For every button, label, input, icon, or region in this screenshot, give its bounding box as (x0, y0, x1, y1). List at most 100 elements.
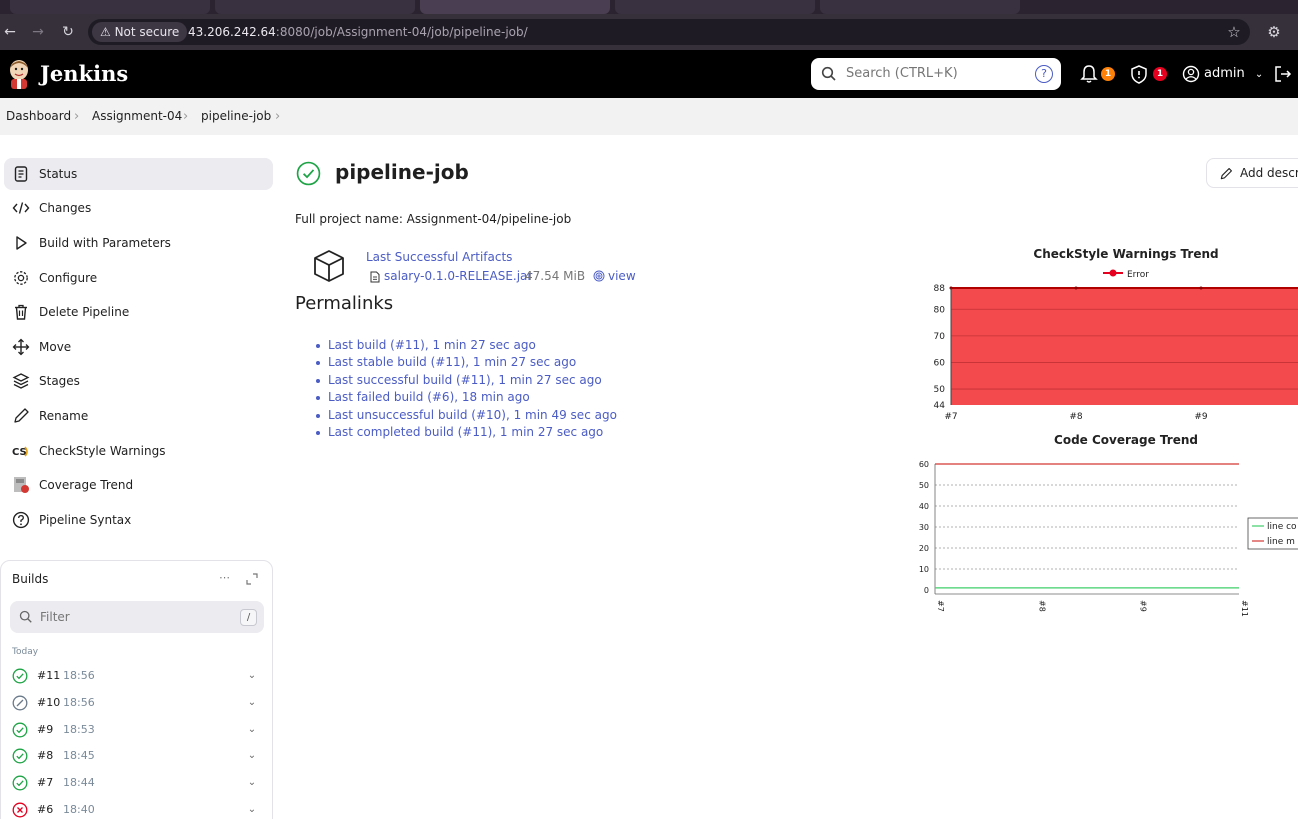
build-row[interactable]: #6 18:40 ⌄ (12, 797, 258, 819)
breadcrumb-separator-icon[interactable]: › (275, 98, 280, 135)
trash-icon (15, 304, 27, 320)
code-icon (12, 202, 30, 214)
build-number[interactable]: #9 (37, 717, 53, 743)
notifications-badge[interactable]: 1 (1101, 67, 1115, 81)
sidebar-item-delete-pipeline[interactable]: Delete Pipeline (4, 296, 273, 328)
build-row[interactable]: #7 18:44 ⌄ (12, 770, 258, 796)
add-description-button[interactable]: Add description (1206, 158, 1298, 188)
build-number[interactable]: #8 (37, 743, 53, 769)
breadcrumb-dashboard[interactable]: Dashboard (6, 98, 71, 135)
permalink-last-unsuccessful-build[interactable]: Last unsuccessful build (#10), 1 min 49 … (328, 407, 617, 424)
sidebar-item-status[interactable]: Status (4, 158, 273, 190)
permalink-last-stable-build[interactable]: Last stable build (#11), 1 min 27 sec ag… (328, 354, 576, 371)
build-time: 18:45 (63, 749, 95, 762)
build-number[interactable]: #10 (37, 690, 60, 716)
build-number[interactable]: #7 (37, 770, 53, 796)
chevron-down-icon[interactable]: ⌄ (246, 748, 258, 764)
checkstyle-icon: CS (12, 446, 28, 458)
chevron-down-icon[interactable]: ⌄ (246, 722, 258, 738)
bullet-icon (316, 431, 320, 435)
sidebar-item-move[interactable]: Move (4, 331, 273, 363)
build-number[interactable]: #11 (37, 663, 60, 689)
fingerprint-icon (593, 270, 605, 282)
user-avatar-icon (1182, 65, 1200, 83)
chevron-down-icon[interactable]: ⌄ (246, 695, 258, 711)
y-tick-label: 40 (919, 502, 929, 511)
filter-shortcut-key: / (240, 609, 257, 626)
pencil-icon (1220, 168, 1232, 180)
bullet-icon (316, 344, 320, 348)
y-tick-label: 30 (919, 523, 929, 532)
sidebar-item-stages[interactable]: Stages (4, 365, 273, 397)
sidebar-item-build-with-parameters[interactable]: Build with Parameters (4, 227, 273, 259)
chevron-down-icon[interactable]: ⌄ (246, 802, 258, 818)
permalink-last-successful-build[interactable]: Last successful build (#11), 1 min 27 se… (328, 372, 602, 389)
build-row[interactable]: #9 18:53 ⌄ (12, 717, 258, 743)
search-help-icon[interactable]: ? (1035, 65, 1053, 83)
bell-icon[interactable] (1078, 63, 1100, 85)
url-host: 43.206.242.64 (188, 25, 276, 39)
y-tick-label: 70 (934, 332, 946, 342)
artifact-view-link[interactable]: view (608, 268, 636, 284)
sidebar-item-configure[interactable]: Configure (4, 262, 273, 294)
permalink-last-build[interactable]: Last build (#11), 1 min 27 sec ago (328, 337, 536, 354)
breadcrumb-assignment[interactable]: Assignment-04 (92, 98, 182, 135)
y-tick-label: 60 (934, 358, 946, 368)
x-tick-label: #7 (936, 600, 945, 612)
sidebar-item-coverage-trend[interactable]: Coverage Trend (4, 469, 273, 501)
user-menu[interactable]: admin ⌄ (1182, 50, 1263, 99)
sidebar-item-label: Pipeline Syntax (39, 513, 132, 527)
legend-label: line m (1267, 537, 1295, 547)
sidebar-item-changes[interactable]: Changes (4, 192, 273, 224)
url-text[interactable]: 43.206.242.64:8080/job/Assignment-04/job… (188, 19, 528, 45)
bullet-icon (316, 414, 320, 418)
browser-tab[interactable] (820, 0, 1020, 14)
breadcrumb-job[interactable]: pipeline-job (201, 98, 271, 135)
sidebar-item-label: Rename (39, 409, 89, 423)
jenkins-brand[interactable]: Jenkins (40, 60, 128, 88)
build-row[interactable]: #10 18:56 ⌄ (12, 690, 258, 716)
extensions-icon[interactable]: ⚙ (1264, 22, 1284, 42)
build-row[interactable]: #8 18:45 ⌄ (12, 743, 258, 769)
aborted-icon (12, 695, 28, 711)
back-icon[interactable]: ← (0, 22, 20, 42)
security-badge[interactable]: 1 (1153, 67, 1167, 81)
browser-tab-strip (0, 0, 1298, 14)
browser-tab[interactable] (615, 0, 815, 14)
sidebar-item-checkstyle-warnings[interactable]: CS CheckStyle Warnings (4, 435, 273, 467)
url-field[interactable]: ⚠ Not secure 43.206.242.64:8080/job/Assi… (88, 19, 1250, 45)
browser-tab[interactable] (215, 0, 415, 14)
shield-icon[interactable] (1128, 63, 1150, 85)
browser-tab-active[interactable] (420, 0, 610, 14)
sidebar-item-label: Status (39, 167, 78, 181)
move-icon (12, 338, 30, 356)
build-time: 18:53 (63, 723, 95, 736)
sidebar-item-rename[interactable]: Rename (4, 400, 273, 432)
more-options-icon[interactable]: ⋯ (219, 571, 230, 584)
builds-filter-input[interactable]: Filter / (10, 601, 264, 633)
security-chip[interactable]: ⚠ Not secure (92, 22, 188, 42)
permalink-last-completed-build[interactable]: Last completed build (#11), 1 min 27 sec… (328, 424, 603, 441)
build-time: 18:44 (63, 776, 95, 789)
sidebar-item-pipeline-syntax[interactable]: Pipeline Syntax (4, 504, 273, 536)
expand-icon[interactable] (246, 573, 258, 585)
logout-icon[interactable] (1272, 63, 1294, 85)
jenkins-logo-icon[interactable] (6, 58, 32, 90)
browser-tab[interactable] (10, 0, 210, 14)
data-point (949, 286, 953, 290)
package-icon (314, 250, 344, 282)
artifact-file-link[interactable]: salary-0.1.0-RELEASE.jar (384, 268, 532, 284)
forward-icon[interactable]: → (28, 22, 48, 42)
permalink-last-failed-build[interactable]: Last failed build (#6), 18 min ago (328, 389, 530, 406)
last-successful-artifacts-link[interactable]: Last Successful Artifacts (366, 249, 512, 265)
build-row[interactable]: #11 18:56 ⌄ (12, 663, 258, 689)
build-number[interactable]: #6 (37, 797, 53, 819)
not-secure-label: Not secure (114, 25, 180, 39)
chevron-down-icon[interactable]: ⌄ (246, 668, 258, 684)
x-tick-label: #11 (1240, 600, 1249, 617)
chevron-down-icon[interactable]: ⌄ (246, 775, 258, 791)
page-title: pipeline-job (335, 160, 469, 184)
bookmark-star-icon[interactable]: ☆ (1224, 22, 1244, 42)
reload-icon[interactable]: ↻ (58, 22, 78, 42)
search-box[interactable]: Search (CTRL+K) ? (811, 58, 1061, 90)
